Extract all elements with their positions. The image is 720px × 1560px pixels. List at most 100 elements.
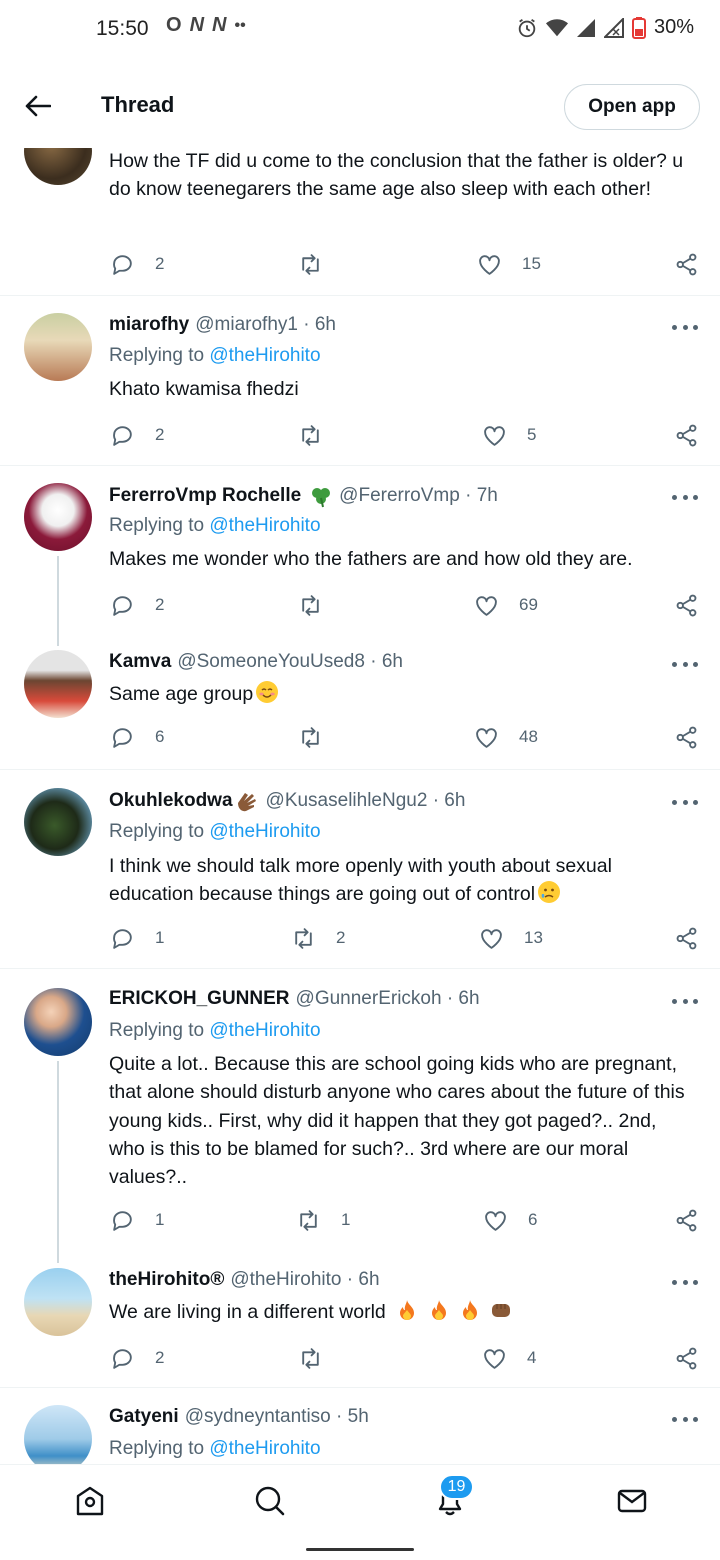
retweet-button[interactable]	[298, 590, 343, 620]
replying-mention[interactable]: @theHirohito	[209, 1438, 320, 1459]
author-name[interactable]: miarofhy	[109, 314, 189, 336]
author-name[interactable]: Okuhlekodwa	[109, 790, 233, 812]
status-bar: 15:50 O N N •• 30%	[0, 0, 720, 60]
retweet-icon	[302, 424, 319, 446]
more-options-button[interactable]	[672, 1277, 698, 1287]
author-handle[interactable]: @miarofhy1 · 6h	[195, 314, 336, 336]
replying-to: Replying to @theHirohito	[109, 821, 321, 843]
tweet-body: Khato kwamisa fhedzi	[109, 378, 299, 400]
replying-mention[interactable]: @theHirohito	[209, 515, 320, 536]
like-button[interactable]: 48	[474, 722, 538, 752]
share-icon	[676, 424, 697, 446]
retweet-button[interactable]	[298, 249, 343, 279]
avatar[interactable]	[24, 1405, 92, 1464]
reply-button[interactable]: 2	[110, 420, 164, 450]
share-button[interactable]	[674, 1205, 699, 1235]
sad-face-emoji-icon	[538, 881, 561, 904]
tweet[interactable]: FererroVmp Rochelle @FererroVmp · 7h Rep…	[0, 466, 720, 646]
reply-button[interactable]: 2	[110, 1343, 164, 1373]
reply-button[interactable]: 6	[110, 722, 164, 752]
reply-icon	[113, 1348, 132, 1369]
avatar[interactable]	[24, 650, 92, 718]
more-options-button[interactable]	[672, 322, 698, 332]
like-button[interactable]: 69	[474, 590, 538, 620]
avatar[interactable]	[24, 1268, 92, 1336]
tweet-body: How the TF did u come to the conclusion …	[109, 150, 684, 201]
more-options-button[interactable]	[672, 659, 698, 669]
author-handle[interactable]: @GunnerErickoh · 6h	[296, 988, 480, 1010]
tweet-author-line: Okuhlekodwa @KusaselihleNgu2 · 6h	[109, 789, 465, 813]
share-button[interactable]	[674, 420, 699, 450]
author-handle[interactable]: @sydneyntantiso · 5h	[185, 1406, 369, 1428]
tweet[interactable]: Kamva @SomeoneYouUsed8 · 6h Same age gro…	[0, 636, 720, 770]
open-app-button[interactable]: Open app	[564, 84, 700, 130]
more-options-button[interactable]	[672, 797, 698, 807]
author-name[interactable]: ERICKOH_GUNNER	[109, 988, 290, 1010]
replying-mention[interactable]: @theHirohito	[209, 821, 320, 842]
avatar[interactable]	[24, 313, 92, 381]
reply-button[interactable]: 2	[110, 590, 164, 620]
share-icon	[676, 1209, 697, 1231]
reply-icon	[113, 928, 132, 949]
retweet-icon	[300, 1209, 317, 1231]
reply-button[interactable]: 1	[110, 923, 164, 953]
author-name[interactable]: theHirohito®	[109, 1269, 224, 1291]
retweet-button[interactable]	[298, 722, 343, 752]
replying-mention[interactable]: @theHirohito	[209, 345, 320, 366]
tweet[interactable]: Gatyeni @sydneyntantiso · 5h Replying to…	[0, 1388, 720, 1464]
notification-icon-o: O	[166, 14, 182, 36]
wifi-icon	[545, 18, 568, 36]
notification-icon-n: N	[189, 14, 205, 36]
share-button[interactable]	[674, 923, 699, 953]
thread-feed[interactable]: How the TF did u come to the conclusion …	[0, 138, 720, 1464]
retweet-button[interactable]	[298, 420, 343, 450]
replying-to: Replying to @theHirohito	[109, 515, 321, 537]
author-handle[interactable]: @KusaselihleNgu2 · 6h	[266, 790, 466, 812]
tweet[interactable]: How the TF did u come to the conclusion …	[0, 138, 720, 296]
tweet[interactable]: miarofhy @miarofhy1 · 6h Replying to @th…	[0, 296, 720, 466]
share-button[interactable]	[674, 1343, 699, 1373]
back-button[interactable]	[20, 88, 56, 124]
avatar[interactable]	[24, 483, 92, 551]
reply-button[interactable]: 2	[110, 249, 164, 279]
nav-messages[interactable]	[614, 1483, 650, 1519]
reply-button[interactable]: 1	[110, 1205, 164, 1235]
like-button[interactable]: 6	[483, 1205, 537, 1235]
tweet[interactable]: ERICKOH_GUNNER @GunnerErickoh · 6h Reply…	[0, 969, 720, 1263]
like-count: 48	[519, 727, 538, 746]
tweet-actions: 2 5	[0, 420, 720, 450]
share-button[interactable]	[674, 590, 699, 620]
author-handle[interactable]: @SomeoneYouUsed8 · 6h	[177, 651, 403, 673]
replying-mention[interactable]: @theHirohito	[209, 1020, 320, 1041]
avatar[interactable]	[24, 788, 92, 856]
avatar[interactable]	[24, 988, 92, 1056]
author-handle[interactable]: @theHirohito · 6h	[230, 1269, 379, 1291]
like-button[interactable]: 4	[482, 1343, 536, 1373]
retweet-icon	[295, 927, 312, 949]
retweet-button[interactable]: 2	[291, 923, 345, 953]
tweet[interactable]: theHirohito® @theHirohito · 6h We are li…	[0, 1255, 720, 1388]
author-name[interactable]: Kamva	[109, 651, 171, 673]
more-options-button[interactable]	[672, 492, 698, 502]
retweet-button[interactable]	[298, 1343, 343, 1373]
status-notification-icons: O N N ••	[166, 14, 246, 37]
author-name[interactable]: FererroVmp Rochelle	[109, 485, 301, 507]
more-options-button[interactable]	[672, 996, 698, 1006]
clapping-hands-emoji-icon	[237, 793, 256, 812]
status-time: 15:50	[96, 17, 149, 40]
share-button[interactable]	[674, 722, 699, 752]
tweet[interactable]: Okuhlekodwa @KusaselihleNgu2 · 6h Replyi…	[0, 770, 720, 969]
nav-search[interactable]	[252, 1483, 288, 1519]
more-options-button[interactable]	[672, 1414, 698, 1424]
author-handle[interactable]: @FererroVmp · 7h	[339, 485, 498, 507]
notification-icon-n: N	[212, 14, 227, 36]
like-count: 6	[528, 1210, 538, 1229]
like-button[interactable]: 5	[482, 420, 536, 450]
share-button[interactable]	[674, 249, 699, 279]
retweet-button[interactable]: 1	[296, 1205, 350, 1235]
like-button[interactable]: 13	[479, 923, 543, 953]
nav-home[interactable]	[72, 1483, 108, 1519]
home-gesture-pill[interactable]	[306, 1548, 414, 1551]
like-button[interactable]: 15	[477, 249, 541, 279]
author-name[interactable]: Gatyeni	[109, 1406, 179, 1428]
